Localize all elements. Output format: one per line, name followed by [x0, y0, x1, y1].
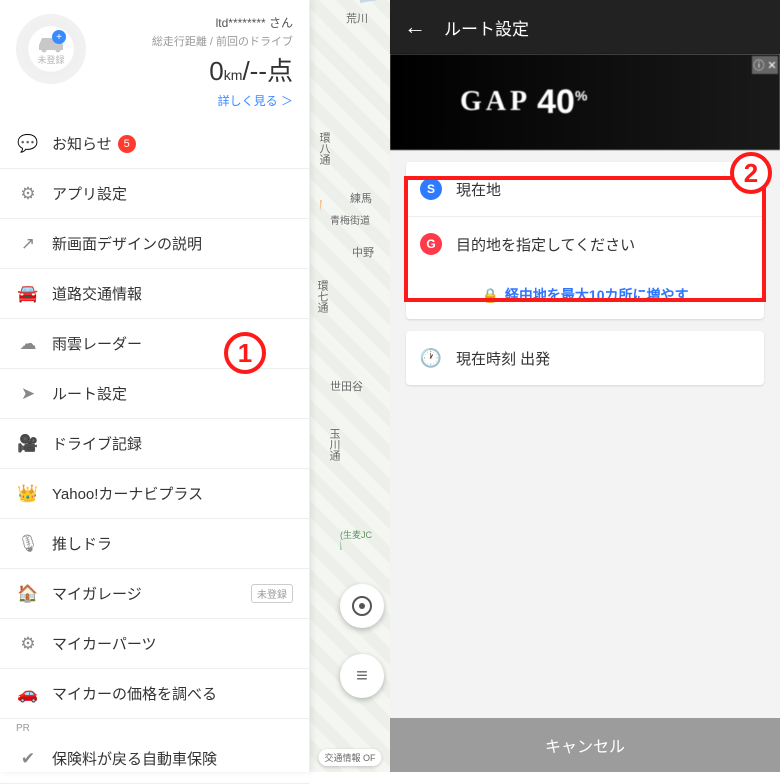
map-menu-button[interactable]: ≡ [340, 654, 384, 698]
profile-sublabel: 総走行距離 / 前回のドライブ [96, 33, 293, 49]
gear-icon: ⚙ [16, 184, 40, 204]
clock-icon [420, 347, 442, 369]
route-time-label: 現在時刻 出発 [456, 348, 550, 369]
gear-icon: ⚙ [16, 634, 40, 654]
route-header: ← ルート設定 [390, 0, 780, 54]
route-start-row[interactable]: S 現在地 [406, 162, 764, 216]
route-goal-label: 目的地を指定してください [456, 234, 635, 255]
map-label: 世田谷 [330, 378, 363, 394]
add-waypoints-link[interactable]: 🔒 経由地を最大10カ所に増やす [406, 271, 764, 319]
map-label: 玉川通 [326, 428, 342, 461]
ad-close-icon[interactable]: ⓘ ✕ [752, 56, 778, 74]
map-label: 荒川 [346, 10, 368, 26]
ad-banner[interactable]: GAP 40% ⓘ ✕ [390, 54, 780, 150]
menu-oshidora[interactable]: 🎙 推しドラ [0, 519, 309, 569]
avatar[interactable]: 未登録 + [16, 14, 86, 84]
menu-yahoo-plus[interactable]: 👑 Yahoo!カーナビプラス [0, 469, 309, 519]
menu-label: お知らせ [52, 133, 112, 154]
camera-icon: 🎥 [16, 434, 40, 454]
notice-badge: 5 [118, 135, 136, 153]
pr-tag: PR [0, 719, 309, 734]
chat-icon: 💬 [16, 134, 40, 154]
back-button[interactable]: ← [404, 14, 426, 40]
cloud-icon: ☁ [16, 334, 40, 354]
traffic-icon: 🚘 [16, 284, 40, 304]
mic-icon: 🎙 [16, 534, 40, 554]
menu-route-settings[interactable]: ➤ ルート設定 [0, 369, 309, 419]
avatar-label: 未登録 [37, 53, 64, 66]
external-icon: ↗ [16, 234, 40, 254]
menu-new-design[interactable]: ↗ 新画面デザインの説明 [0, 219, 309, 269]
map-canvas[interactable]: 荒川 環八通 練馬 青梅街道 中野 環七通 世田谷 玉川通 (生麦JC ≡ 交通… [310, 0, 390, 772]
km-unit: km [224, 67, 243, 83]
route-body: S 現在地 G 目的地を指定してください 🔒 経由地を最大10カ所に増やす 現在時… [390, 150, 780, 397]
menu-app-settings[interactable]: ⚙ アプリ設定 [0, 169, 309, 219]
map-label: 環七通 [314, 280, 330, 313]
sidebar-panel: 未登録 + ltd******** さん 総走行距離 / 前回のドライブ 0km… [0, 0, 310, 772]
map-label: 青梅街道 [330, 212, 370, 227]
nav-arrow-icon: ➤ [16, 384, 40, 404]
menu-label: 保険料が戻る自動車保険 [52, 748, 217, 769]
waypoints-label: 経由地を最大10カ所に増やす [505, 287, 689, 303]
menu-label: マイカーの価格を調べる [52, 683, 217, 704]
menu-label: 雨雲レーダー [52, 333, 142, 354]
lock-icon: 🔒 [481, 287, 498, 303]
car-icon: 🚗 [16, 684, 40, 704]
route-endpoints-card: S 現在地 G 目的地を指定してください 🔒 経由地を最大10カ所に増やす [406, 162, 764, 319]
km-readout: 0km/--点 [96, 51, 293, 88]
km-value: 0 [209, 56, 223, 86]
ad-num: 40% [537, 83, 587, 122]
route-goal-row[interactable]: G 目的地を指定してください [406, 216, 764, 271]
menu-car-price[interactable]: 🚗 マイカーの価格を調べる [0, 669, 309, 719]
sidebar-menu: 💬 お知らせ 5 ⚙ アプリ設定 ↗ 新画面デザインの説明 🚘 道路交通情報 ☁… [0, 119, 309, 784]
garage-icon: 🏠 [16, 584, 40, 604]
route-start-label: 現在地 [456, 179, 501, 200]
menu-label: 道路交通情報 [52, 283, 142, 304]
menu-rain-radar[interactable]: ☁ 雨雲レーダー [0, 319, 309, 369]
menu-insurance[interactable]: ✔ 保険料が戻る自動車保険 [0, 734, 309, 784]
profile-info: ltd******** さん 総走行距離 / 前回のドライブ 0km/--点 詳… [86, 14, 293, 109]
menu-traffic[interactable]: 🚘 道路交通情報 [0, 269, 309, 319]
menu-car-parts[interactable]: ⚙ マイカーパーツ [0, 619, 309, 669]
route-title: ルート設定 [444, 15, 529, 40]
ad-logo: GAP [460, 86, 531, 118]
map-recenter-button[interactable] [340, 584, 384, 628]
menu-label: 推しドラ [52, 533, 112, 554]
map-label: 練馬 [350, 190, 372, 206]
profile-block: 未登録 + ltd******** さん 総走行距離 / 前回のドライブ 0km… [0, 0, 309, 119]
points-value: --点 [250, 56, 293, 86]
map-label: 中野 [352, 244, 374, 260]
unregistered-tag: 未登録 [251, 584, 293, 603]
menu-label: マイカーパーツ [52, 633, 157, 654]
goal-pin-icon: G [420, 233, 442, 255]
map-label: 環八通 [316, 132, 332, 165]
menu-label: ルート設定 [52, 383, 127, 404]
start-pin-icon: S [420, 178, 442, 200]
plus-badge-icon: + [52, 30, 66, 44]
username: ltd******** さん [96, 14, 293, 31]
route-panel: ← ルート設定 GAP 40% ⓘ ✕ S 現在地 G 目的地を指定してください… [390, 0, 780, 772]
check-icon: ✔ [16, 749, 40, 769]
menu-label: 新画面デザインの説明 [52, 233, 202, 254]
map-label: (生麦JC [340, 528, 372, 541]
menu-label: Yahoo!カーナビプラス [52, 483, 203, 504]
traffic-chip[interactable]: 交通情報 OF [319, 749, 382, 766]
menu-label: マイガレージ [52, 583, 142, 604]
detail-link[interactable]: 詳しく見る ＞ [96, 92, 293, 109]
crown-icon: 👑 [16, 484, 40, 504]
menu-my-garage[interactable]: 🏠 マイガレージ 未登録 [0, 569, 309, 619]
menu-drive-record[interactable]: 🎥 ドライブ記録 [0, 419, 309, 469]
menu-notices[interactable]: 💬 お知らせ 5 [0, 119, 309, 169]
steering-icon [351, 595, 373, 617]
menu-label: ドライブ記録 [52, 433, 142, 454]
route-time-card[interactable]: 現在時刻 出発 [406, 331, 764, 385]
menu-label: アプリ設定 [52, 183, 127, 204]
cancel-button[interactable]: キャンセル [390, 718, 780, 772]
